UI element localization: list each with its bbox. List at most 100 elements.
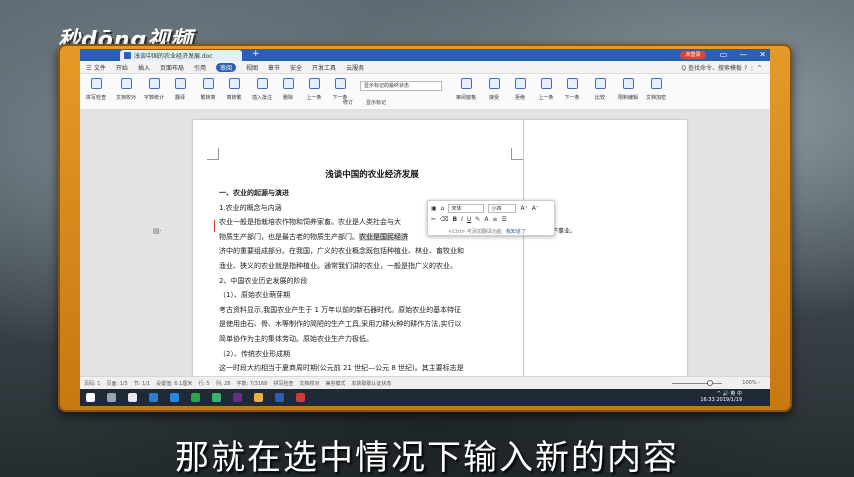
font-size-select[interactable]: 小四	[488, 204, 517, 213]
font-color-icon[interactable]: A	[484, 216, 488, 223]
track-changes-button[interactable]: 修订	[334, 94, 362, 106]
translate-tip: <Ctrl> 可添加翻译功能 我知道了	[448, 229, 526, 235]
align-icon[interactable]: ≡	[492, 216, 497, 223]
paragraph-icon[interactable]: ▤·	[153, 227, 162, 235]
compare-button[interactable]: 比较	[586, 78, 614, 101]
delete-comment-button[interactable]: 删除	[274, 78, 302, 101]
change-bar	[214, 220, 215, 232]
translate-icon	[174, 78, 186, 89]
tab-insert[interactable]: 插入	[138, 63, 150, 72]
tab-start[interactable]: 开始	[116, 63, 128, 72]
font-select[interactable]: 宋体	[448, 204, 485, 213]
status-spell-check[interactable]: 拼写检查	[273, 380, 293, 387]
next-change-icon	[566, 78, 578, 89]
underline-button[interactable]: U	[467, 216, 471, 223]
task-view-icon[interactable]	[107, 393, 116, 402]
restrict-edit-button[interactable]: 限制编辑	[614, 78, 642, 101]
file-menu[interactable]: 三 文件	[86, 63, 106, 72]
review-ribbon: 拼写检查 文档校对 字数统计 翻译 繁转简 简转繁 插入批注 删除 上一条 下一…	[80, 74, 770, 110]
status-proofread[interactable]: 文档校对	[299, 380, 319, 387]
selected-text[interactable]: 农业是国民经济	[359, 232, 408, 241]
next-change-button[interactable]: 下一条	[558, 78, 586, 101]
heading: 一、农业的起源与演进	[219, 189, 289, 197]
maximize-icon[interactable]: ▭	[720, 50, 728, 59]
status-row: 行: 5	[198, 380, 210, 387]
highlight-icon[interactable]: ✎	[475, 216, 480, 223]
status-column: 列: 28	[215, 380, 231, 387]
document-tab[interactable]: 浅谈中国的农业经济发展.doc	[120, 50, 242, 61]
login-button[interactable]: 未登录	[680, 51, 706, 59]
close-icon[interactable]: ✕	[759, 50, 766, 59]
accept-icon	[488, 78, 500, 89]
markup-state-select[interactable]: 显示标记的最终状态	[360, 81, 442, 91]
translate-button[interactable]: 翻译	[166, 78, 194, 101]
window-controls: ▭ — ✕	[720, 50, 766, 59]
page-corner-marker	[511, 148, 523, 160]
recorder-icon[interactable]	[296, 393, 305, 402]
reject-button[interactable]: 拒绝	[506, 78, 534, 101]
encrypt-doc-button[interactable]: 文档加密	[642, 78, 670, 101]
status-compat-mode: 兼容模式	[325, 380, 346, 387]
tab-layout[interactable]: 页面布局	[160, 63, 184, 72]
new-tab-icon[interactable]: +	[252, 49, 260, 59]
zoom-slider[interactable]	[672, 380, 722, 386]
accept-button[interactable]: 接受	[480, 78, 508, 101]
mail-icon[interactable]	[128, 393, 137, 402]
tab-security[interactable]: 安全	[290, 63, 302, 72]
premiere-icon[interactable]	[233, 393, 242, 402]
browser-icon[interactable]	[212, 393, 221, 402]
spell-check-button[interactable]: 拼写检查	[82, 78, 110, 101]
delete-comment-icon	[282, 78, 294, 89]
status-word-count[interactable]: 字数: 7/3168	[236, 380, 267, 387]
got-it-link[interactable]: 我知道了	[506, 229, 526, 235]
subheading: 2、中国农业历史发展的阶段	[219, 276, 308, 285]
tab-review[interactable]: 审阅	[215, 62, 236, 72]
insert-comment-button[interactable]: 插入批注	[248, 78, 276, 101]
start-icon[interactable]	[86, 393, 95, 402]
zoom-level[interactable]: 100% -	[742, 380, 760, 386]
cut-icon[interactable]: ✂	[431, 216, 436, 223]
paragraph-line: 渔业、狭义的农业就是指种植业。通常我们讲的农业，一般是指广义的农业。	[219, 261, 457, 270]
proofread-button[interactable]: 文档校对	[112, 78, 140, 101]
tab-view[interactable]: 视图	[246, 63, 258, 72]
tab-developer[interactable]: 开发工具	[312, 63, 336, 72]
tab-cloud[interactable]: 云服务	[346, 63, 364, 72]
list-icon[interactable]: ☰	[501, 216, 506, 223]
video-subtitle: 那就在选中情况下输入新的内容	[175, 438, 679, 477]
format-painter-icon[interactable]: ⌂	[441, 205, 445, 212]
eraser-icon[interactable]: ⌫	[440, 216, 448, 223]
wps-writer-icon[interactable]	[275, 393, 284, 402]
player-icon[interactable]	[191, 393, 200, 402]
grow-font-button[interactable]: A⁺	[520, 205, 527, 212]
reject-icon	[514, 78, 526, 89]
doc-icon	[124, 52, 131, 59]
prev-comment-button[interactable]: 上一条	[300, 78, 328, 101]
subheading: （1）、原始农业萌芽期	[219, 291, 290, 300]
page-corner-marker	[207, 148, 219, 160]
next-comment-icon	[334, 78, 346, 89]
clock-time: 16:33	[700, 397, 715, 403]
document-page[interactable]: ▤· 浅谈中国的农业经济发展 一、农业的起源与演进 1.农业的概念与内涵 农业一…	[153, 120, 687, 382]
bold-button[interactable]: B	[453, 216, 458, 223]
italic-button[interactable]: I	[461, 216, 463, 223]
tab-section[interactable]: 章节	[268, 63, 280, 72]
prev-comment-icon	[308, 78, 320, 89]
search-command[interactable]: Q 查找命令、搜索模板 ? ⋮ ^	[681, 63, 762, 72]
simp-to-trad-button[interactable]: 简转繁	[220, 78, 248, 101]
status-certification[interactable]: 本获取取认证状态	[351, 380, 391, 387]
edge-icon[interactable]	[149, 393, 158, 402]
minimize-icon[interactable]: —	[739, 50, 747, 59]
shrink-font-button[interactable]: A⁻	[532, 205, 539, 212]
store-icon[interactable]	[170, 393, 179, 402]
zoom-slider-handle[interactable]	[707, 380, 713, 386]
tab-references[interactable]: 引用	[194, 63, 206, 72]
word-count-button[interactable]: 字数统计	[140, 78, 168, 101]
markup-area-divider	[523, 120, 524, 382]
prev-change-button[interactable]: 上一条	[532, 78, 560, 101]
title-bar: 浅谈中国的农业经济发展.doc + 未登录 ▭ — ✕	[80, 49, 770, 61]
style-icon[interactable]: ▣	[431, 205, 437, 212]
show-markup-button[interactable]: 显示标记	[362, 94, 390, 106]
review-pane-button[interactable]: 审阅窗格	[452, 78, 480, 101]
folder-icon[interactable]	[254, 393, 263, 402]
trad-to-simp-button[interactable]: 繁转简	[194, 78, 222, 101]
